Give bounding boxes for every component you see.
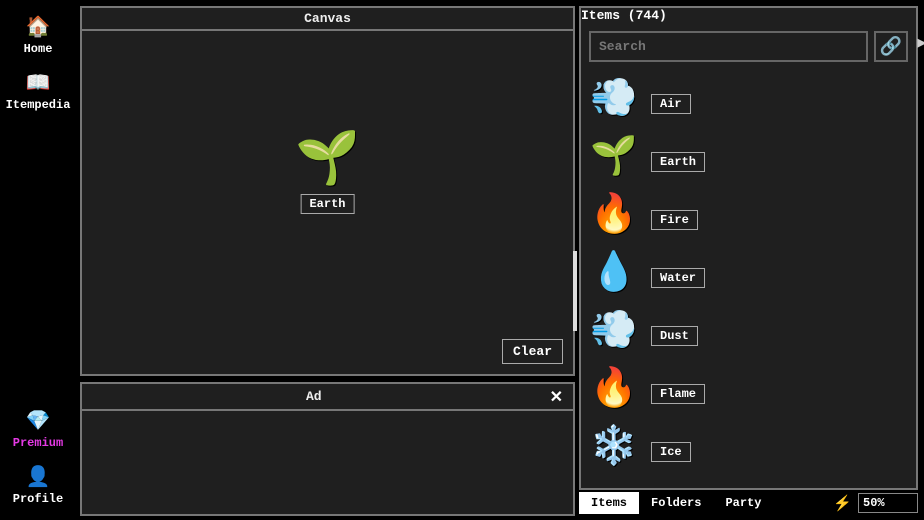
canvas-title: Canvas bbox=[82, 8, 573, 31]
book-icon: 📖 bbox=[26, 70, 51, 96]
sidebar-item-label: Itempedia bbox=[6, 98, 71, 112]
list-item-label: Flame bbox=[651, 384, 705, 404]
chevron-right-icon[interactable]: ▶ bbox=[918, 36, 924, 50]
diamond-icon: 💎 bbox=[26, 408, 51, 434]
sidebar-item-label: Home bbox=[24, 42, 53, 56]
list-item[interactable]: 💨 Air bbox=[589, 72, 908, 130]
close-icon[interactable]: ✕ bbox=[546, 387, 567, 407]
item-list[interactable]: 💨 Air 🌱 Earth 🔥 Fire 💧 Water 💨 Dust 🔥 Flame ❄️ Ice bbox=[581, 70, 916, 488]
list-item-label: Air bbox=[651, 94, 691, 114]
list-item[interactable]: 💧 Water bbox=[589, 246, 908, 304]
water-icon: 💧 bbox=[589, 252, 639, 298]
earth-icon: 🌱 bbox=[589, 136, 639, 182]
ad-title: Ad bbox=[82, 386, 546, 407]
list-item-label: Water bbox=[651, 268, 705, 288]
list-item-label: Earth bbox=[651, 152, 705, 172]
list-item[interactable]: 🔥 Flame bbox=[589, 362, 908, 420]
canvas-item[interactable]: 🌱 Earth bbox=[295, 136, 360, 214]
list-item[interactable]: ❄️ Ice bbox=[589, 420, 908, 478]
items-title: Items (744) bbox=[581, 8, 916, 23]
canvas-item-label: Earth bbox=[300, 194, 354, 214]
sidebar: 🏠 Home 📖 Itempedia 💎 Premium 👤 Profile bbox=[0, 0, 76, 520]
person-icon: 👤 bbox=[26, 464, 51, 490]
sprout-icon: 🌱 bbox=[295, 136, 360, 188]
dust-icon: 💨 bbox=[589, 310, 639, 356]
divider-handle[interactable] bbox=[573, 251, 577, 331]
list-item-label: Fire bbox=[651, 210, 698, 230]
list-item[interactable]: 💨 Dust bbox=[589, 304, 908, 362]
list-item[interactable]: 🌱 Earth bbox=[589, 130, 908, 188]
flame-icon: 🔥 bbox=[589, 368, 639, 414]
list-item[interactable]: 🔥 Fire bbox=[589, 188, 908, 246]
search-input[interactable] bbox=[589, 31, 868, 62]
list-item-label: Dust bbox=[651, 326, 698, 346]
tab-party[interactable]: Party bbox=[713, 492, 773, 514]
tab-items[interactable]: Items bbox=[579, 492, 639, 514]
shuffle-button[interactable]: 🔗 bbox=[874, 31, 908, 62]
items-panel: Items (744) 🔗 💨 Air 🌱 Earth 🔥 Fire 💧 Water 💨 Dust… bbox=[579, 6, 918, 490]
canvas-panel: Canvas 🌱 Earth Clear bbox=[80, 6, 575, 376]
sidebar-item-profile[interactable]: 👤 Profile bbox=[0, 458, 76, 514]
clear-button[interactable]: Clear bbox=[502, 339, 563, 364]
sidebar-item-premium[interactable]: 💎 Premium bbox=[0, 402, 76, 458]
sidebar-item-label: Profile bbox=[13, 492, 63, 506]
link-icon: 🔗 bbox=[880, 36, 902, 58]
main-column: Canvas 🌱 Earth Clear Ad ✕ bbox=[76, 0, 579, 520]
ice-icon: ❄️ bbox=[589, 426, 639, 472]
fire-icon: 🔥 bbox=[589, 194, 639, 240]
tabs: ItemsFoldersParty ⚡ 50% bbox=[579, 490, 918, 516]
right-column: ▶ Items (744) 🔗 💨 Air 🌱 Earth 🔥 Fire 💧 Water 💨 Du… bbox=[579, 0, 924, 520]
list-item-label: Ice bbox=[651, 442, 691, 462]
air-icon: 💨 bbox=[589, 78, 639, 124]
progress-percent: 50% bbox=[858, 493, 918, 513]
tab-folders[interactable]: Folders bbox=[639, 492, 713, 514]
ad-panel: Ad ✕ bbox=[80, 382, 575, 516]
home-icon: 🏠 bbox=[26, 14, 51, 40]
canvas-body[interactable]: 🌱 Earth Clear bbox=[82, 31, 573, 374]
bolt-icon: ⚡ bbox=[829, 494, 856, 513]
sidebar-item-home[interactable]: 🏠 Home bbox=[0, 8, 76, 64]
sidebar-item-itempedia[interactable]: 📖 Itempedia bbox=[0, 64, 76, 120]
sidebar-item-label: Premium bbox=[13, 436, 63, 450]
